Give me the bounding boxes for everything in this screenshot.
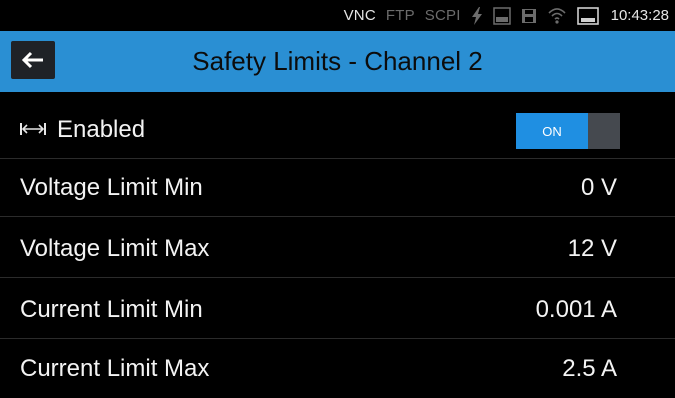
title-bar: Safety Limits - Channel 2 — [0, 31, 675, 92]
save-icon — [521, 8, 537, 24]
clock: 10:43:28 — [610, 7, 669, 24]
voltage-limit-max-row[interactable]: Voltage Limit Max 12 V — [0, 220, 675, 278]
enabled-label: Enabled — [57, 115, 146, 143]
log-icon — [492, 6, 511, 25]
vnc-indicator: VNC — [343, 7, 376, 24]
toggle-on-label: ON — [516, 113, 588, 149]
row-label: Voltage Limit Max — [20, 234, 210, 262]
current-limit-min-row[interactable]: Current Limit Min 0.001 A — [0, 281, 675, 339]
wifi-icon — [547, 7, 567, 25]
row-label: Current Limit Min — [20, 295, 203, 323]
lightning-icon — [471, 6, 483, 25]
range-limit-icon — [20, 121, 46, 142]
row-value: 12 V — [567, 234, 617, 262]
back-button[interactable] — [11, 41, 55, 79]
screen-icon — [576, 6, 599, 25]
scpi-indicator: SCPI — [424, 7, 461, 24]
status-bar: VNC FTP SCPI 10:43:28 — [0, 0, 675, 31]
row-label: Current Limit Max — [20, 355, 210, 382]
voltage-limit-min-row[interactable]: Voltage Limit Min 0 V — [0, 159, 675, 217]
row-value: 2.5 A — [562, 355, 617, 382]
ftp-indicator: FTP — [385, 7, 415, 24]
toggle-knob — [588, 113, 620, 149]
row-value: 0.001 A — [535, 295, 617, 323]
row-value: 0 V — [580, 173, 617, 201]
current-limit-max-row[interactable]: Current Limit Max 2.5 A — [0, 340, 675, 398]
arrow-left-icon — [22, 51, 43, 69]
page-title: Safety Limits - Channel 2 — [192, 46, 483, 76]
enabled-toggle[interactable]: ON — [516, 113, 620, 149]
enabled-row: Enabled ON — [0, 101, 675, 159]
row-label: Voltage Limit Min — [20, 173, 203, 201]
